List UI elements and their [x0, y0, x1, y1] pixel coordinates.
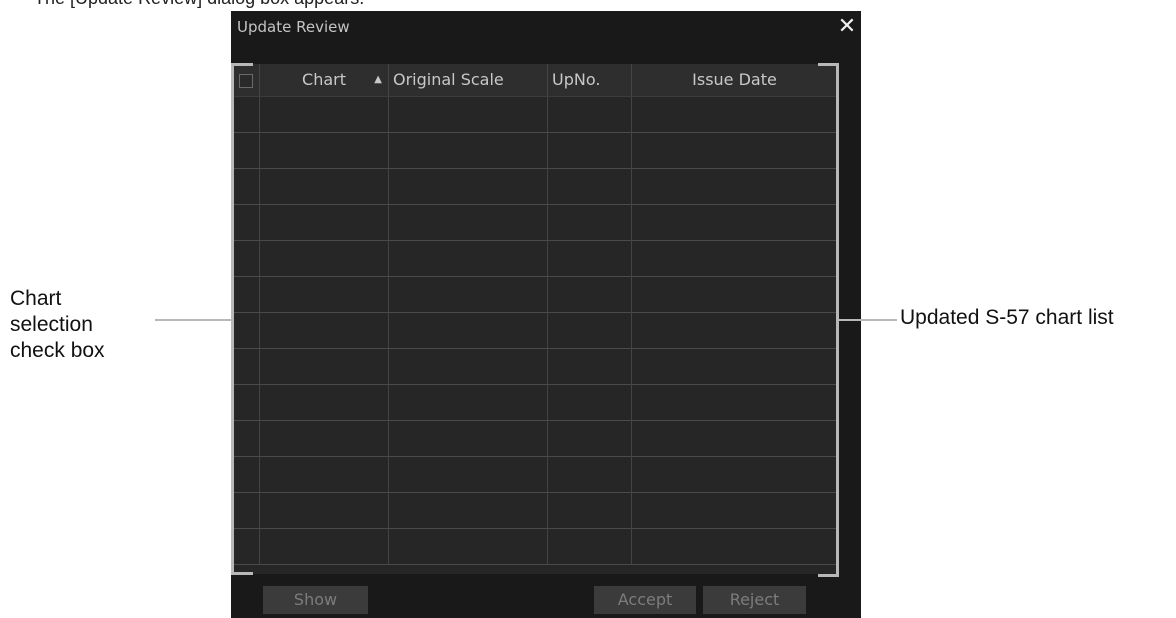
table-cell	[632, 421, 837, 457]
table-cell	[389, 241, 548, 277]
table-cell	[260, 169, 389, 205]
header-original-scale-label: Original Scale	[393, 70, 504, 89]
table-row[interactable]	[233, 457, 837, 493]
table-cell	[548, 529, 632, 565]
table-cell	[389, 169, 548, 205]
table-cell	[548, 493, 632, 529]
table-cell	[389, 385, 548, 421]
table-row[interactable]	[233, 97, 837, 133]
checkbox-column-bracket	[231, 63, 253, 575]
accept-button[interactable]: Accept	[594, 586, 696, 614]
table-cell	[389, 421, 548, 457]
left-leader-line	[155, 319, 231, 321]
table-row[interactable]	[233, 169, 837, 205]
chart-list-table: Chart ▲ Original Scale UpNo. Issue Date	[233, 64, 837, 574]
table-cell	[260, 457, 389, 493]
table-row[interactable]	[233, 133, 837, 169]
table-row[interactable]	[233, 349, 837, 385]
table-cell	[632, 133, 837, 169]
close-icon[interactable]: ✕	[835, 15, 859, 39]
table-cell	[389, 313, 548, 349]
show-button[interactable]: Show	[263, 586, 368, 614]
sort-ascending-icon: ▲	[374, 74, 382, 85]
table-cell	[389, 205, 548, 241]
table-cell	[260, 241, 389, 277]
table-cell	[548, 277, 632, 313]
table-cell	[548, 97, 632, 133]
table-cell	[548, 349, 632, 385]
table-row[interactable]	[233, 277, 837, 313]
table-cell	[632, 241, 837, 277]
table-cell	[632, 493, 837, 529]
table-row[interactable]	[233, 205, 837, 241]
table-row[interactable]	[233, 313, 837, 349]
table-cell	[260, 277, 389, 313]
table-cell	[260, 421, 389, 457]
table-row[interactable]	[233, 421, 837, 457]
table-cell	[389, 349, 548, 385]
table-cell	[389, 493, 548, 529]
header-upno-label: UpNo.	[552, 70, 601, 89]
table-cell	[632, 349, 837, 385]
table-cell	[389, 529, 548, 565]
table-cell	[389, 97, 548, 133]
reject-button[interactable]: Reject	[703, 586, 806, 614]
callout-label-checkbox: Chart selection check box	[10, 287, 105, 362]
dialog-title: Update Review	[237, 18, 350, 36]
caption-text: The [Update Review] dialog box appears.	[34, 0, 364, 8]
table-cell	[389, 457, 548, 493]
table-cell	[548, 385, 632, 421]
table-cell	[389, 277, 548, 313]
table-cell	[632, 97, 837, 133]
update-review-dialog: Update Review ✕ Chart ▲ Original Scale U…	[231, 11, 861, 618]
table-cell	[260, 97, 389, 133]
table-cell	[260, 493, 389, 529]
table-cell	[548, 313, 632, 349]
header-chart[interactable]: Chart ▲	[260, 64, 389, 96]
table-cell	[548, 133, 632, 169]
table-cell	[548, 241, 632, 277]
table-cell	[632, 277, 837, 313]
table-cell	[632, 313, 837, 349]
table-cell	[632, 205, 837, 241]
table-row[interactable]	[233, 529, 837, 565]
top-caption: The [Update Review] dialog box appears.	[0, 0, 1176, 8]
table-cell	[548, 457, 632, 493]
table-row[interactable]	[233, 493, 837, 529]
table-cell	[260, 349, 389, 385]
header-issue-date[interactable]: Issue Date	[632, 64, 837, 96]
header-original-scale[interactable]: Original Scale	[389, 64, 548, 96]
table-header: Chart ▲ Original Scale UpNo. Issue Date	[233, 64, 837, 97]
header-chart-label: Chart	[302, 70, 346, 89]
table-cell	[260, 133, 389, 169]
table-row[interactable]	[233, 385, 837, 421]
table-cell	[632, 457, 837, 493]
header-issue-date-label: Issue Date	[692, 70, 777, 89]
table-cell	[260, 529, 389, 565]
table-row[interactable]	[233, 241, 837, 277]
table-cell	[632, 529, 837, 565]
table-cell	[389, 133, 548, 169]
table-cell	[548, 169, 632, 205]
table-cell	[632, 385, 837, 421]
callout-label-chart-list: Updated S-57 chart list	[900, 306, 1114, 329]
table-cell	[632, 169, 837, 205]
chart-list-bracket	[818, 63, 839, 577]
table-body	[233, 97, 837, 565]
table-cell	[260, 313, 389, 349]
table-cell	[548, 421, 632, 457]
header-upno[interactable]: UpNo.	[548, 64, 632, 96]
table-cell	[548, 205, 632, 241]
right-leader-line	[839, 319, 897, 321]
table-cell	[260, 205, 389, 241]
table-cell	[260, 385, 389, 421]
dialog-titlebar: Update Review ✕	[231, 11, 861, 45]
